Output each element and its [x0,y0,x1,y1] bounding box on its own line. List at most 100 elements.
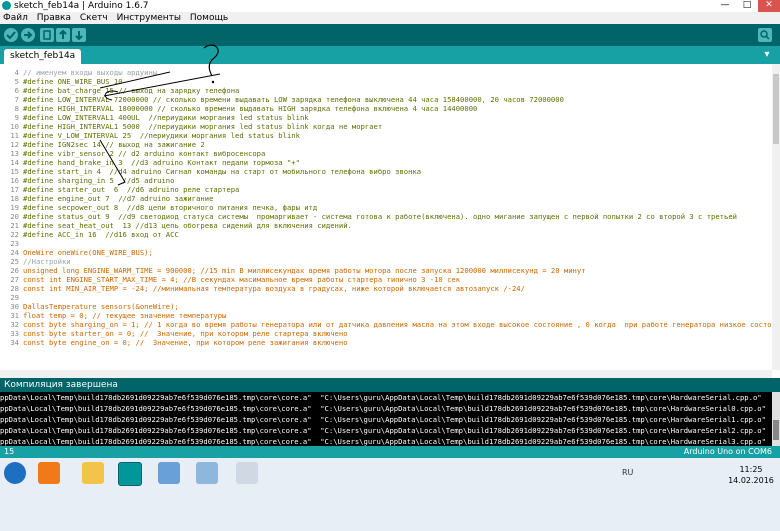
code-line[interactable]: 31 float temp = 0; // текущее значение те… [0,311,772,320]
console-output[interactable]: ppData\Local\Temp\build178db2691d09229ab… [0,392,772,446]
line-number: 9 [14,113,19,122]
code-text: #define seat_heat_out 13 //d13 цепь обог… [23,221,352,230]
code-line[interactable]: 7 #define LOW_INTERVAL 72000000 // скольк… [0,95,772,104]
code-text: #define bat_charge 15 // выход на зарядк… [23,86,240,95]
line-number: 4 [14,68,19,77]
code-line[interactable]: 20 #define status_out 9 //d9 светодиод ст… [0,212,772,221]
code-line[interactable]: 5 #define ONE_WIRE_BUS 10 [0,77,772,86]
code-line[interactable]: 6 #define bat_charge 15 // выход на заряд… [0,86,772,95]
system-clock[interactable]: 11:25 14.02.2016 [726,464,776,486]
code-line[interactable]: 27 const int ENGINE_START_MAX_TIME = 4; /… [0,275,772,284]
code-line[interactable]: 24 OneWire oneWire(ONE_WIRE_BUS); [0,248,772,257]
windows-start-icon[interactable] [4,462,26,484]
window-icon[interactable] [196,462,218,484]
line-number: 26 [10,266,19,275]
code-line[interactable]: 17 #define starter_out 6 //d6 adruino рел… [0,185,772,194]
serial-monitor-icon [760,30,770,40]
code-line[interactable]: 13 #define vibr_sensor 2 // d2 arduino ко… [0,149,772,158]
code-line[interactable]: 33 const byte starter_on = 0; // Значение… [0,329,772,338]
line-number: 34 [10,338,19,347]
line-number: 30 [10,302,19,311]
code-line[interactable]: 4 // именуем входы выходы ардуины [0,68,772,77]
new-button[interactable] [40,28,54,42]
code-line[interactable]: 15 #define start_in 4 //d4 adruino Сигнал… [0,167,772,176]
app-icon[interactable] [158,462,180,484]
code-editor[interactable]: 4 // именуем входы выходы ардуины 5 #define… [0,64,772,370]
code-text: #define LOW_INTERVAL 72000000 // сколько… [23,95,564,104]
code-line[interactable]: 22 #define ACC_in 16 //d16 вход от ACC [0,230,772,239]
code-line[interactable]: 14 #define hand_brake_in 3 //d3 adruino К… [0,158,772,167]
scroll-thumb[interactable] [773,420,779,440]
code-line[interactable]: 26 unsigned long ENGINE_WARM_TIME = 90000… [0,266,772,275]
code-line[interactable]: 23 [0,239,772,248]
code-text: #define engine_out 7 //d7 adruino зажига… [23,194,214,203]
code-line[interactable]: 29 [0,293,772,302]
code-text: DallasTemperature sensors(&oneWire); [23,302,179,311]
clock-time: 11:25 [739,465,763,474]
code-line[interactable]: 28 const int MIN_AIR_TEMP = -24; //минима… [0,284,772,293]
code-line[interactable]: 12 #define IGN2sec 14 // выход на зажиган… [0,140,772,149]
menu-edit[interactable]: Правка [34,12,74,24]
line-number: 16 [10,176,19,185]
file-explorer-icon[interactable] [82,462,104,484]
tray-language[interactable]: RU [622,468,633,477]
console-scrollbar[interactable] [772,392,780,446]
code-line[interactable]: 18 #define engine_out 7 //d7 adruino зажи… [0,194,772,203]
arrow-down-icon [75,31,83,41]
code-line[interactable]: 9 #define LOW_INTERVAL1 400UL //периудики… [0,113,772,122]
code-line[interactable]: 11 #define V_LOW_INTERVAL 25 //периудики … [0,131,772,140]
console-line: ppData\Local\Temp\build178db2691d09229ab… [0,437,766,446]
code-text: const int MIN_AIR_TEMP = -24; //минималь… [23,284,525,293]
code-text: #define hand_brake_in 3 //d3 adruino Кон… [23,158,300,167]
code-line[interactable]: 32 const byte sharging_on = 1; // 1 когда… [0,320,772,329]
menu-tools[interactable]: Инструменты [114,12,184,24]
code-line[interactable]: 10 #define HIGH_INTERVAL1 5000 //периудик… [0,122,772,131]
cursor-line-number: 15 [4,447,15,456]
arduino-icon[interactable] [118,462,142,486]
upload-button[interactable] [21,28,35,42]
code-text: #define secpower_out 8 //d8 цепи вторичн… [23,203,318,212]
save-button[interactable] [72,28,86,42]
arrow-up-icon [59,29,67,39]
close-button[interactable]: ✕ [758,0,780,12]
line-number: 7 [14,95,19,104]
tab-sketch[interactable]: sketch_feb14a [4,49,82,64]
menu-sketch[interactable]: Скетч [77,12,111,24]
code-line[interactable]: 19 #define secpower_out 8 //d8 цепи втори… [0,203,772,212]
code-text: const byte starter_on = 0; // Значение, … [23,329,348,338]
minimize-button[interactable]: — [714,0,736,12]
code-line[interactable]: 21 #define seat_heat_out 13 //d13 цепь об… [0,221,772,230]
document-icon[interactable] [236,462,258,484]
tab-bar: sketch_feb14a ▾ [0,46,780,64]
code-line[interactable]: 8 #define HIGH_INTERVAL 18000000 // сколь… [0,104,772,113]
menu-file[interactable]: Файл [0,12,31,24]
scroll-thumb[interactable] [773,74,779,144]
open-button[interactable] [56,28,70,42]
toolbar [0,24,780,46]
line-number: 13 [10,149,19,158]
editor-horizontal-scrollbar[interactable] [0,370,772,378]
verify-button[interactable] [4,28,18,42]
editor-vertical-scrollbar[interactable] [772,64,780,370]
firefox-icon[interactable] [38,462,60,484]
code-line[interactable]: 16 #define sharging_in 5 //d5 adruino [0,176,772,185]
line-number: 33 [10,329,19,338]
line-number: 22 [10,230,19,239]
line-number: 11 [10,131,19,140]
code-line[interactable]: 30 DallasTemperature sensors(&oneWire); [0,302,772,311]
maximize-button[interactable]: □ [736,0,758,12]
board-port-label: Arduino Uno on COM6 [683,447,772,456]
code-line[interactable]: 34 const byte engine_on = 0; // Значение,… [0,338,772,347]
menu-help[interactable]: Помощь [187,12,231,24]
code-text: #define ONE_WIRE_BUS 10 [23,77,123,86]
code-text: #define status_out 9 //d9 светодиод стат… [23,212,737,221]
line-number: 31 [10,311,19,320]
line-number: 8 [14,104,19,113]
tab-menu-button[interactable]: ▾ [760,49,774,61]
line-number: 27 [10,275,19,284]
code-line[interactable]: 25 //Настройки [0,257,772,266]
line-number: 32 [10,320,19,329]
serial-monitor-button[interactable] [758,28,772,42]
line-number: 12 [10,140,19,149]
arduino-app-icon [2,1,11,10]
